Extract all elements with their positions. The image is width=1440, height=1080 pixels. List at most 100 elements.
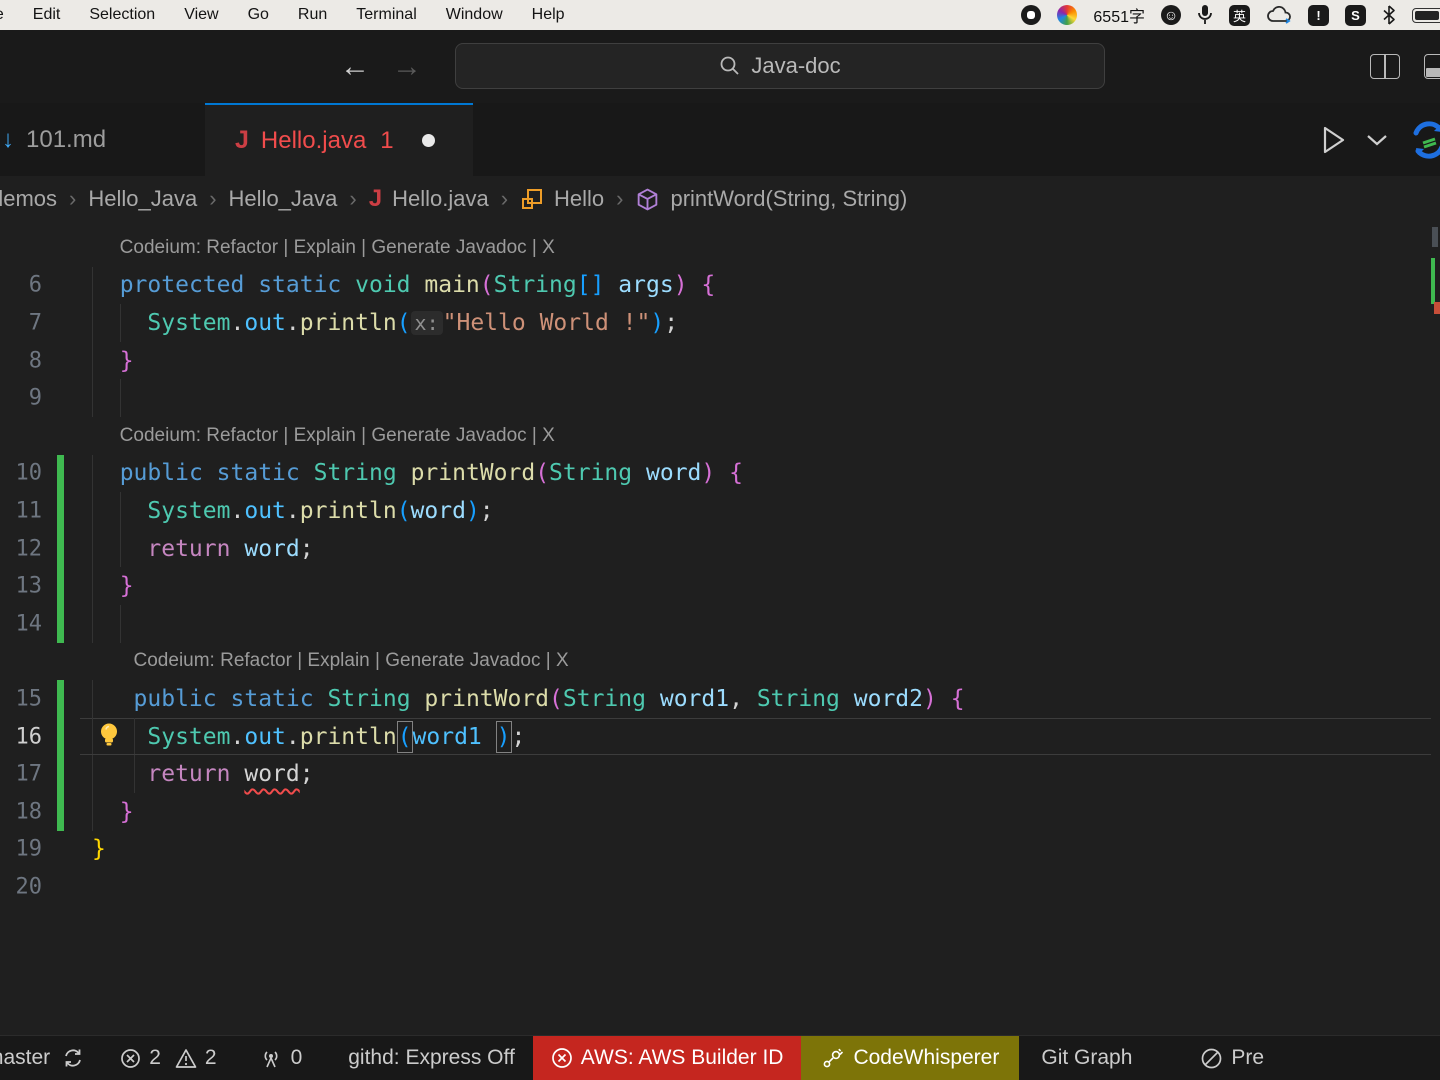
code-line-15[interactable]: 15 public static String printWord(String… — [0, 680, 1440, 718]
menu-item-edit[interactable]: Edit — [33, 6, 61, 24]
ime-icon[interactable]: 英 — [1229, 4, 1250, 26]
aws-builder-id-item[interactable]: AWS: AWS Builder ID — [532, 1036, 802, 1080]
git-added-gutter-bar — [57, 717, 64, 756]
code-line-7[interactable]: 7 System.out.println(x: "Hello World !"); — [0, 304, 1440, 342]
editor-actions — [1318, 103, 1440, 176]
breadcrumb-folder[interactable]: demos — [0, 186, 57, 212]
error-circle-icon — [551, 1047, 573, 1069]
code-line-13[interactable]: 13 } — [0, 567, 1440, 605]
codelens-row[interactable]: Codeium: Refactor | Explain | Generate J… — [0, 643, 1440, 681]
run-button[interactable] — [1318, 123, 1348, 157]
codeium-codelens[interactable]: Codeium: Refactor | Explain | Generate J… — [134, 650, 569, 672]
code-line-20[interactable]: 20 — [0, 868, 1440, 906]
code-line-6[interactable]: 6 protected static void main(String[] ar… — [0, 266, 1440, 305]
split-editor-icon[interactable] — [1370, 54, 1400, 79]
code-line-18[interactable]: 18 } — [0, 792, 1440, 831]
code-line-12[interactable]: 12 return word; — [0, 529, 1440, 568]
code-line-10[interactable]: 10 public static String printWord(String… — [0, 454, 1440, 493]
tab-label: Hello.java — [260, 126, 367, 154]
broadcast-tower-icon — [259, 1047, 283, 1069]
code-line-16[interactable]: 16 System.out.println(word1 ); — [0, 717, 1440, 756]
codewhisperer-label: CodeWhisperer — [853, 1046, 1000, 1069]
microphone-icon[interactable] — [1197, 4, 1213, 26]
codeium-codelens[interactable]: Codeium: Refactor | Explain | Generate J… — [120, 237, 555, 259]
menu-item-file[interactable]: File — [0, 6, 4, 24]
line-number: 17 — [15, 761, 43, 787]
line-number: 6 — [28, 272, 42, 298]
menu-item-selection[interactable]: Selection — [89, 6, 155, 24]
compare-sync-icon[interactable] — [1406, 117, 1440, 163]
alert-icon[interactable]: ! — [1308, 4, 1329, 26]
run-dropdown-chevron-icon[interactable] — [1366, 133, 1388, 147]
code-text: System.out.println(word1 ); — [92, 724, 525, 750]
code-line-9[interactable]: 9 — [0, 379, 1440, 417]
code-editor[interactable]: Codeium: Refactor | Explain | Generate J… — [0, 222, 1440, 1035]
breadcrumb-file[interactable]: Hello.java — [392, 186, 489, 212]
slash-circle-icon — [1200, 1047, 1223, 1070]
codelens-row[interactable]: Codeium: Refactor | Explain | Generate J… — [0, 417, 1440, 455]
plug-icon — [821, 1046, 845, 1070]
code-line-14[interactable]: 14 — [0, 604, 1440, 643]
record-icon[interactable] — [1021, 5, 1042, 25]
toggle-panel-icon[interactable] — [1424, 54, 1440, 79]
git-branch-item[interactable]: master — [0, 1036, 94, 1080]
layout-controls — [1370, 30, 1440, 103]
line-number: 15 — [15, 686, 43, 712]
breadcrumb-folder[interactable]: Hello_Java — [229, 186, 338, 212]
breadcrumb-class[interactable]: Hello — [554, 186, 604, 212]
class-symbol-icon — [520, 187, 544, 211]
codeium-codelens[interactable]: Codeium: Refactor | Explain | Generate J… — [120, 425, 555, 447]
prettier-item[interactable]: Pre — [1190, 1036, 1266, 1080]
overview-ruler[interactable] — [1431, 222, 1440, 1035]
char-count-label: 6551字 — [1093, 9, 1145, 26]
menu-item-go[interactable]: Go — [248, 6, 269, 24]
menu-item-help[interactable]: Help — [532, 6, 565, 24]
aws-label: AWS: AWS Builder ID — [580, 1046, 784, 1069]
git-graph-item[interactable]: Git Graph — [1019, 1036, 1154, 1080]
line-number: 19 — [15, 836, 43, 862]
git-added-gutter-bar — [57, 492, 64, 530]
code-line-19[interactable]: 19} — [0, 831, 1440, 869]
creative-cloud-icon[interactable] — [1266, 6, 1292, 24]
menu-item-terminal[interactable]: Terminal — [356, 6, 416, 24]
tab-hello-java[interactable]: J Hello.java 1 — [205, 103, 473, 176]
githd-item[interactable]: githd: Express Off — [338, 1036, 525, 1080]
s-app-icon[interactable]: S — [1345, 4, 1366, 26]
color-wheel-icon[interactable] — [1057, 5, 1078, 25]
code-line-8[interactable]: 8 } — [0, 341, 1440, 380]
ruler-error-mark — [1434, 302, 1440, 314]
indent-guide — [119, 604, 121, 643]
modified-dot-icon[interactable] — [421, 134, 435, 147]
ruler-text-mark — [1432, 227, 1438, 247]
breadcrumb-method[interactable]: printWord(String, String) — [670, 186, 907, 212]
git-added-gutter-bar — [57, 755, 64, 793]
bluetooth-icon[interactable] — [1382, 5, 1396, 25]
command-center-search[interactable]: Java-doc — [455, 43, 1105, 89]
menu-item-view[interactable]: View — [184, 6, 218, 24]
back-arrow-icon[interactable]: ← — [340, 51, 370, 82]
line-number: 7 — [28, 310, 42, 336]
ports-item[interactable]: 0 — [249, 1036, 313, 1080]
code-text: } — [119, 798, 134, 825]
menu-item-window[interactable]: Window — [446, 6, 503, 24]
title-bar: ← → Java-doc — [0, 30, 1440, 103]
warning-count: 2 — [204, 1046, 217, 1069]
problems-item[interactable]: 2 2 — [110, 1036, 226, 1080]
forward-arrow-icon[interactable]: → — [392, 51, 422, 82]
code-line-17[interactable]: 17 return word; — [0, 755, 1440, 793]
menu-item-run[interactable]: Run — [298, 6, 327, 24]
tab-bar: ↓ 101.md J Hello.java 1 — [0, 103, 1440, 176]
smiley-icon[interactable]: ☺ — [1161, 5, 1181, 25]
breadcrumb-folder[interactable]: Hello_Java — [88, 186, 197, 212]
git-added-gutter-bar — [57, 454, 64, 493]
battery-icon — [1412, 7, 1440, 23]
indent-guide — [92, 379, 93, 417]
branch-name: master — [0, 1046, 51, 1069]
codelens-row[interactable]: Codeium: Refactor | Explain | Generate J… — [0, 229, 1440, 267]
sync-icon — [62, 1047, 84, 1069]
error-icon — [120, 1048, 141, 1069]
macos-menu-bar: File Edit Selection View Go Run Terminal Window… — [0, 0, 1440, 30]
code-line-11[interactable]: 11 System.out.println(word); — [0, 492, 1440, 530]
codewhisperer-item[interactable]: CodeWhisperer — [801, 1036, 1020, 1080]
tab-101-md[interactable]: ↓ 101.md — [0, 103, 205, 176]
